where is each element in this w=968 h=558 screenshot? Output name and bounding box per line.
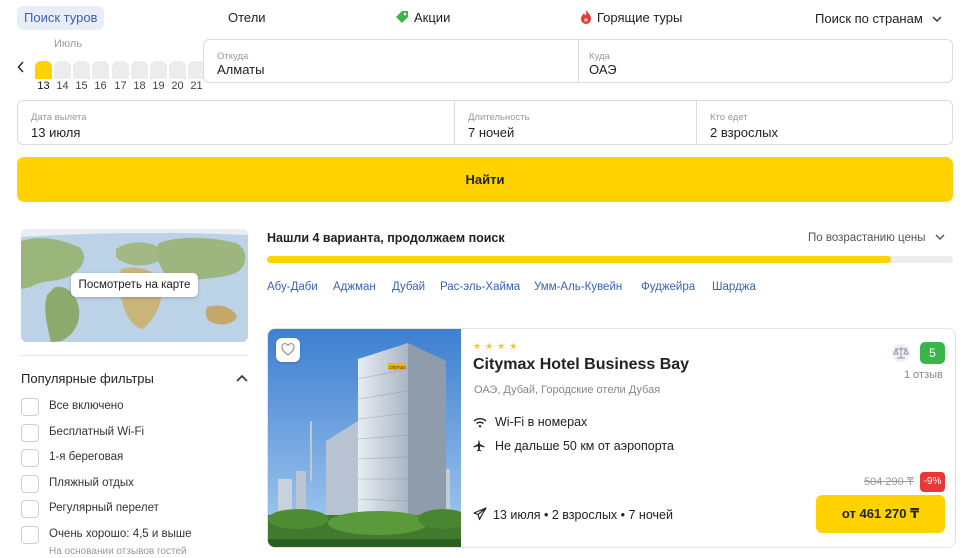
- chevron-left-icon: [17, 61, 24, 73]
- checkbox[interactable]: [21, 475, 39, 493]
- amenity-wifi: Wi-Fi в номерах: [473, 415, 587, 431]
- duration-field[interactable]: Длительность 7 ночей: [454, 100, 697, 145]
- filter-label: Бесплатный Wi-Fi: [49, 426, 145, 438]
- from-field[interactable]: Откуда Алматы: [203, 39, 579, 83]
- calendar-day[interactable]: 19: [150, 61, 167, 92]
- trip-summary-text: 13 июля • 2 взрослых • 7 ночей: [493, 508, 673, 522]
- from-value: Алматы: [217, 62, 265, 77]
- progress-fill: [267, 256, 892, 263]
- filter-label: Все включено: [49, 400, 124, 412]
- amenity-label: Не дальше 50 км от аэропорта: [495, 439, 674, 453]
- city-link[interactable]: Фуджейра: [641, 281, 695, 293]
- filters-title: Популярные фильтры: [21, 371, 154, 386]
- filter-label: 1-я береговая: [49, 451, 124, 463]
- to-field[interactable]: Куда ОАЭ: [578, 39, 953, 83]
- airplane-icon: [473, 439, 487, 455]
- nav-hotels[interactable]: Отели: [228, 6, 266, 30]
- chevron-down-icon: [932, 6, 942, 30]
- calendar-day[interactable]: 13: [35, 61, 52, 92]
- nav-promos[interactable]: Акции: [395, 6, 450, 30]
- hotel-name[interactable]: Citymax Hotel Business Bay: [473, 356, 689, 374]
- filters-collapse-button[interactable]: [236, 370, 248, 385]
- nav-hot-tours-label: Горящие туры: [597, 10, 683, 25]
- reviews-count[interactable]: 1 отзыв: [904, 369, 943, 381]
- amenity-label: Wi-Fi в номерах: [495, 415, 588, 429]
- search-progress-bar: [267, 256, 953, 263]
- chevron-up-icon: [236, 374, 248, 382]
- wifi-icon: [473, 417, 487, 431]
- city-link[interactable]: Дубай: [392, 281, 425, 293]
- sort-label: По возрастанию цены: [808, 232, 926, 244]
- top-nav: Поиск туров Отели Акции Горящие туры Пои…: [0, 0, 968, 36]
- map-preview[interactable]: Посмотреть на карте: [21, 229, 248, 342]
- results-count: Нашли 4 варианта, продолжаем поиск: [267, 231, 505, 245]
- nav-country-search-label: Поиск по странам: [815, 11, 923, 26]
- checkbox[interactable]: [21, 500, 39, 518]
- filter-label: Очень хорошо: 4,5 и выше: [49, 528, 192, 540]
- calendar-day[interactable]: 14: [54, 61, 71, 92]
- nav-promos-label: Акции: [414, 10, 451, 25]
- duration-label: Длительность: [468, 112, 530, 123]
- travelers-value: 2 взрослых: [710, 125, 778, 140]
- price-button[interactable]: от 461 270 ₸: [816, 495, 945, 533]
- from-label: Откуда: [217, 51, 249, 62]
- checkbox[interactable]: [21, 398, 39, 416]
- hotel-stars: ★★★★: [473, 341, 522, 351]
- duration-value: 7 ночей: [468, 125, 515, 140]
- trip-summary: 13 июля • 2 взрослых • 7 ночей: [473, 507, 673, 524]
- favorite-button[interactable]: [276, 338, 300, 362]
- date-label: Дата вылета: [31, 112, 87, 123]
- checkbox[interactable]: [21, 424, 39, 442]
- date-value: 13 июля: [31, 125, 81, 140]
- travelers-label: Кто едет: [710, 112, 748, 123]
- chevron-down-icon: [935, 231, 945, 243]
- calendar-day[interactable]: 15: [73, 61, 90, 92]
- city-link[interactable]: Шарджа: [712, 281, 756, 293]
- calendar-day[interactable]: 17: [112, 61, 129, 92]
- old-price: 504 290 ₸: [864, 476, 914, 488]
- travelers-field[interactable]: Кто едет 2 взрослых: [696, 100, 953, 145]
- discount-badge: -9%: [920, 472, 945, 492]
- city-link[interactable]: Умм-Аль-Кувейн: [534, 281, 622, 293]
- filter-label: Пляжный отдых: [49, 477, 134, 489]
- heart-icon: [281, 343, 295, 356]
- search-button[interactable]: Найти: [17, 157, 953, 202]
- hotel-photo[interactable]: citymax: [268, 329, 461, 548]
- calendar-day[interactable]: 18: [131, 61, 148, 92]
- sidebar-divider: [21, 355, 248, 356]
- tag-icon: [395, 8, 409, 32]
- city-link[interactable]: Абу-Даби: [267, 281, 318, 293]
- checkbox[interactable]: [21, 526, 39, 544]
- airplane-icon: [473, 507, 487, 524]
- nav-hot-tours[interactable]: Горящие туры: [580, 6, 682, 30]
- filter-note: На основании отзывов гостей: [49, 546, 187, 557]
- to-label: Куда: [589, 51, 610, 62]
- nav-tour-search[interactable]: Поиск туров: [17, 6, 105, 30]
- calendar-day[interactable]: 16: [92, 61, 109, 92]
- fire-icon: [580, 8, 592, 32]
- hotel-location: ОАЭ, Дубай, Городские отели Дубая: [474, 384, 661, 396]
- hotel-photo-sign: citymax: [389, 365, 406, 371]
- calendar-prev-button[interactable]: [15, 60, 27, 77]
- nav-country-search[interactable]: Поиск по странам: [815, 6, 942, 30]
- city-link[interactable]: Аджман: [333, 281, 376, 293]
- sort-dropdown[interactable]: По возрастанию цены: [808, 231, 945, 244]
- city-link[interactable]: Рас-эль-Хайма: [440, 281, 520, 293]
- filter-label: Регулярный перелет: [49, 502, 159, 514]
- departure-date-field[interactable]: Дата вылета 13 июля: [17, 100, 455, 145]
- checkbox[interactable]: [21, 449, 39, 467]
- calendar-day[interactable]: 20: [169, 61, 186, 92]
- rating-badge: 5: [920, 342, 945, 364]
- amenity-airport: Не дальше 50 км от аэропорта: [473, 439, 674, 455]
- map-view-button[interactable]: Посмотреть на карте: [71, 273, 198, 297]
- compare-button[interactable]: [891, 344, 911, 365]
- to-value: ОАЭ: [589, 62, 617, 77]
- scales-icon: [892, 344, 910, 362]
- calendar-month: Июль: [54, 38, 83, 50]
